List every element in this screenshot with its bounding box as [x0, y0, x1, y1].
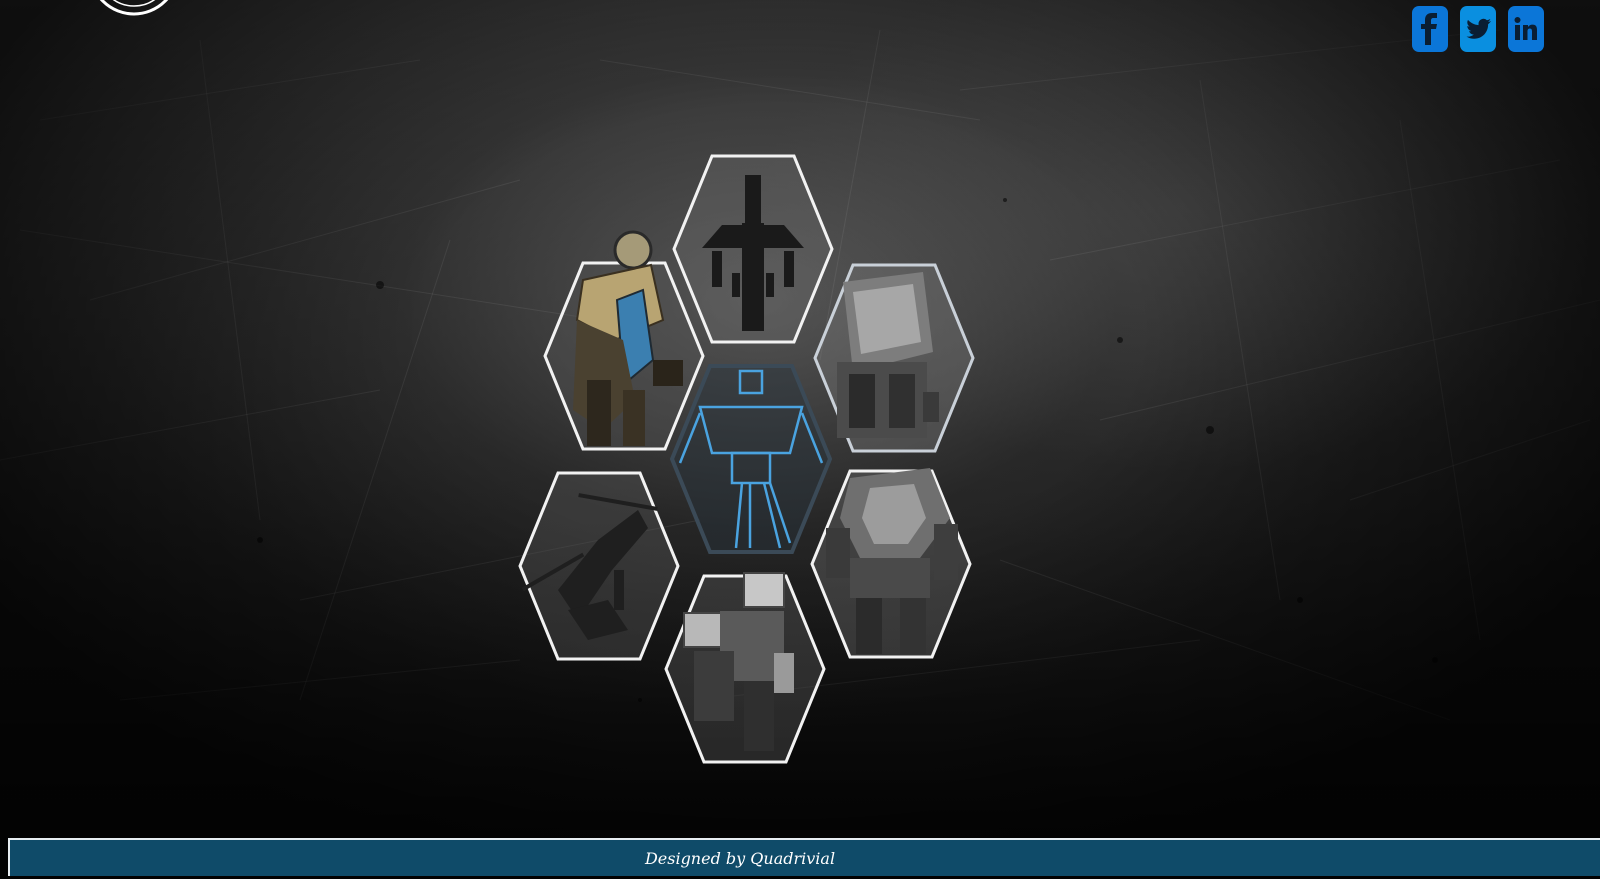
blueprint-mech-icon: [669, 364, 833, 554]
footer-bar: Designed by Quadrivial: [8, 838, 1600, 876]
hex-tile-walker-mech[interactable]: [664, 572, 826, 765]
walker-mech-icon: [664, 572, 826, 764]
hex-tile-helicopter[interactable]: [518, 470, 680, 662]
hex-tile-heavy-mech[interactable]: [810, 468, 972, 660]
hex-tile-blue-mech[interactable]: [669, 363, 833, 555]
hex-tile-tank[interactable]: [813, 262, 975, 454]
helicopter-icon: [518, 471, 680, 661]
unit-hex-gallery: [0, 0, 1600, 879]
footer-credit[interactable]: Designed by Quadrivial: [645, 849, 835, 868]
heavy-mech-icon: [810, 468, 972, 659]
tank-icon: [813, 263, 975, 453]
landing-page: Designed by Quadrivial: [0, 0, 1600, 879]
